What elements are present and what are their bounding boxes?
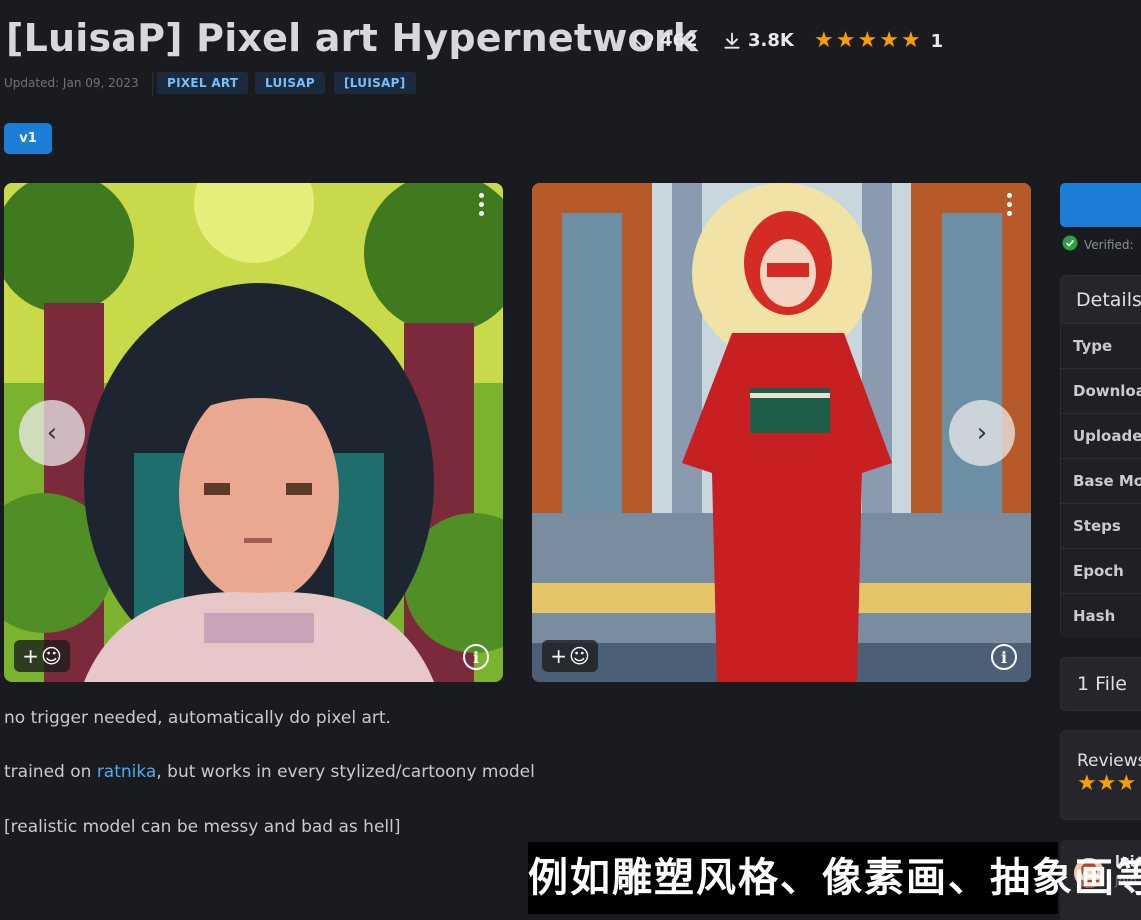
plus-icon: + xyxy=(550,644,567,668)
verified-label: Verified: xyxy=(1084,237,1134,252)
detail-row-uploaded: Uploaded xyxy=(1061,413,1141,458)
info-icon[interactable]: i xyxy=(991,644,1017,670)
tag-luisap-bracket[interactable]: [LUISAP] xyxy=(334,72,416,94)
add-reaction-button[interactable]: + ☺ xyxy=(14,640,70,672)
detail-row-downloads: Downloa xyxy=(1061,368,1141,413)
smiley-icon: ☺ xyxy=(40,644,62,668)
like-count: 462 xyxy=(660,30,698,51)
files-panel[interactable]: 1 File xyxy=(1060,657,1141,711)
details-title: Details xyxy=(1076,289,1141,311)
star-icon: ★ xyxy=(835,28,856,53)
tag-pixel-art[interactable]: PIXEL ART xyxy=(157,72,249,94)
plus-icon: + xyxy=(22,644,39,668)
star-icon: ★ xyxy=(814,28,834,53)
divider xyxy=(152,72,153,96)
more-options-icon[interactable] xyxy=(1007,193,1013,216)
star-icon: ★ xyxy=(900,28,921,53)
heart-icon xyxy=(634,32,654,50)
more-options-icon[interactable] xyxy=(479,193,485,216)
download-stat[interactable]: 3.8K xyxy=(722,30,794,51)
verified-status: Verified: xyxy=(1062,235,1134,254)
detail-row-base-model: Base Mod xyxy=(1061,458,1141,503)
detail-row-steps: Steps xyxy=(1061,503,1141,548)
updated-date: Updated: Jan 09, 2023 xyxy=(4,76,139,90)
review-stars: ★★★ xyxy=(1077,771,1137,796)
detail-row-hash: Hash xyxy=(1061,593,1141,638)
ratnika-link[interactable]: ratnika xyxy=(97,762,157,782)
description-line-2: trained on ratnika, but works in every s… xyxy=(4,762,535,782)
star-icon: ★ xyxy=(879,28,899,53)
description-line-1: no trigger needed, automatically do pixe… xyxy=(4,708,391,728)
files-label: 1 File xyxy=(1077,673,1127,695)
next-image-button[interactable]: › xyxy=(949,400,1015,466)
add-reaction-button[interactable]: + ☺ xyxy=(542,640,598,672)
model-title: [LuisaP] Pixel art Hypernetwork xyxy=(6,16,699,60)
description-line-3: [realistic model can be messy and bad as… xyxy=(4,817,401,837)
rating-stars: ★ ★ ★ ★ ★ xyxy=(814,30,921,52)
download-icon xyxy=(722,31,742,51)
info-icon[interactable]: i xyxy=(463,644,489,670)
shield-check-icon xyxy=(1062,235,1078,254)
description-text: , but works in every stylized/cartoony m… xyxy=(156,762,535,782)
tag-luisap[interactable]: LUISAP xyxy=(255,72,325,94)
rating-stat[interactable]: ★ ★ ★ ★ ★ 1 xyxy=(814,30,943,52)
details-panel: Details Type Downloa Uploaded Base Mod S… xyxy=(1060,275,1141,638)
reviews-label: Reviews xyxy=(1077,751,1141,771)
description-text: trained on xyxy=(4,762,97,782)
version-button-v1[interactable]: v1 xyxy=(4,123,52,154)
chevron-right-icon: › xyxy=(976,418,988,448)
rating-count: 1 xyxy=(930,30,944,52)
download-button[interactable] xyxy=(1060,183,1141,227)
reviews-panel[interactable]: Reviews ★★★ xyxy=(1060,730,1141,820)
prev-image-button[interactable]: ‹ xyxy=(19,400,85,466)
smiley-icon: ☺ xyxy=(568,644,590,668)
download-count: 3.8K xyxy=(748,30,794,51)
detail-row-epoch: Epoch xyxy=(1061,548,1141,593)
video-subtitle: 例如雕塑风格、像素画、抽象画等 xyxy=(528,842,1141,914)
like-stat[interactable]: 462 xyxy=(634,30,698,51)
detail-row-type: Type xyxy=(1061,323,1141,368)
star-icon: ★ xyxy=(857,28,878,53)
chevron-left-icon: ‹ xyxy=(46,418,58,448)
